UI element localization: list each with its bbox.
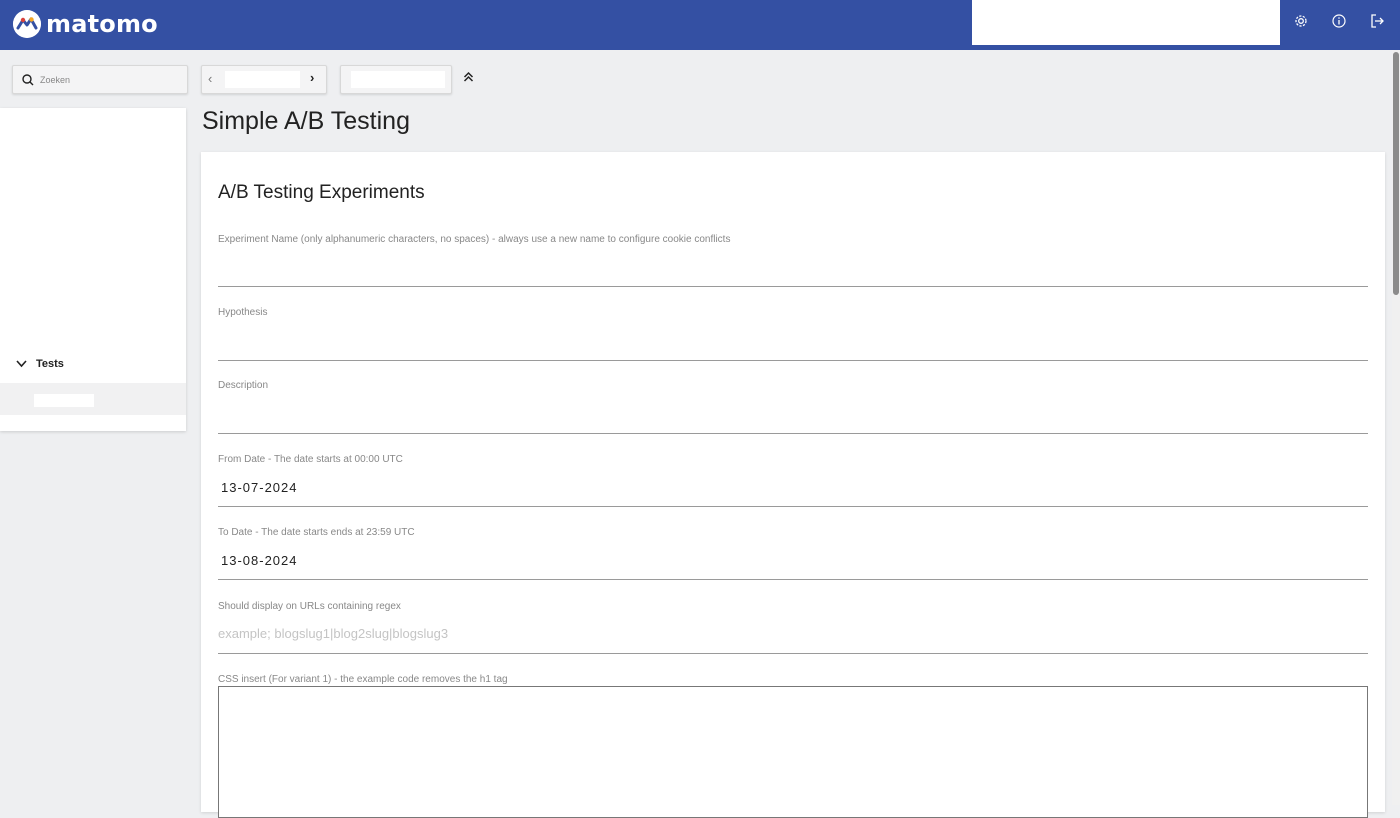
sidebar-category-tests[interactable]: Tests <box>16 357 64 371</box>
description-input[interactable] <box>218 433 1368 434</box>
top-search-field[interactable] <box>972 0 1280 45</box>
to-date-underline <box>218 579 1368 580</box>
url-regex-underline <box>218 653 1368 654</box>
segment-value[interactable] <box>351 71 445 88</box>
logout-icon[interactable] <box>1367 14 1387 34</box>
scrollbar-thumb[interactable] <box>1393 52 1399 295</box>
to-date-input[interactable]: 13-08-2024 <box>221 553 298 568</box>
chevron-down-icon <box>16 357 27 371</box>
card-title: A/B Testing Experiments <box>218 182 425 203</box>
hypothesis-label: Hypothesis <box>218 307 268 318</box>
previous-period-icon[interactable]: ‹ <box>208 71 212 86</box>
css-insert-label: CSS insert (For variant 1) - the example… <box>218 674 508 685</box>
menu-search-input[interactable] <box>38 73 182 86</box>
url-regex-input[interactable]: example; blogslug1|blog2slug|blogslug3 <box>218 626 448 641</box>
brand-name: matomo <box>46 10 158 38</box>
hypothesis-input[interactable] <box>218 360 1368 361</box>
to-date-label: To Date - The date starts ends at 23:59 … <box>218 527 415 538</box>
period-selector[interactable]: ‹ › <box>201 65 327 94</box>
info-icon[interactable] <box>1329 14 1349 34</box>
segment-selector[interactable] <box>340 65 452 94</box>
url-regex-label: Should display on URLs containing regex <box>218 601 401 612</box>
collapse-chevrons-icon[interactable] <box>463 71 474 86</box>
matomo-logo[interactable]: matomo <box>13 8 158 40</box>
sidebar-category-label: Tests <box>36 358 64 370</box>
menu-search-box[interactable] <box>12 65 188 94</box>
css-insert-textarea[interactable] <box>218 686 1368 818</box>
from-date-underline <box>218 506 1368 507</box>
settings-icon[interactable] <box>1291 14 1311 34</box>
page-title: Simple A/B Testing <box>202 107 410 135</box>
experiment-name-input[interactable] <box>218 286 1368 287</box>
from-date-input[interactable]: 13-07-2024 <box>221 480 298 495</box>
description-label: Description <box>218 380 269 391</box>
search-icon <box>22 73 34 85</box>
from-date-label: From Date - The date starts at 00:00 UTC <box>218 454 403 465</box>
period-value[interactable] <box>225 71 300 88</box>
logo-mark-icon <box>13 10 41 38</box>
next-period-icon[interactable]: › <box>310 70 314 85</box>
top-navigation-bar: matomo <box>0 0 1400 50</box>
sidebar-subitem[interactable] <box>34 394 94 407</box>
experiment-name-label: Experiment Name (only alphanumeric chara… <box>218 234 731 245</box>
